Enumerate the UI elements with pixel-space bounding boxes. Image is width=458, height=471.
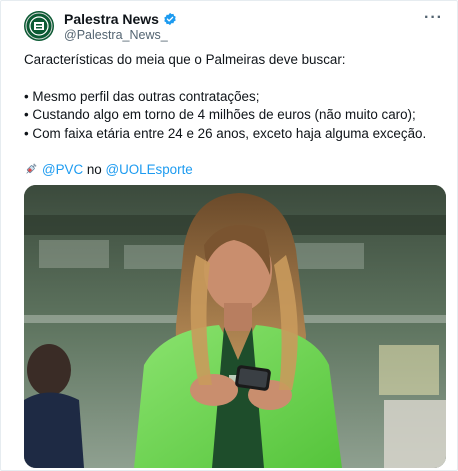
tweet-text: Características do meia que o Palmeiras … (24, 51, 444, 182)
tweet-photo[interactable] (24, 185, 446, 468)
source-connector: no (83, 162, 106, 177)
palmeiras-crest-icon[interactable] (24, 11, 54, 41)
bullet-2: • Custando algo em torno de 4 milhões de… (24, 107, 416, 122)
author-display-name[interactable]: Palestra News (64, 11, 159, 27)
bullet-3: • Com faixa etária entre 24 e 26 anos, e… (24, 125, 427, 141)
more-options-icon[interactable]: ··· (424, 9, 443, 27)
tweet-intro: Características do meia que o Palmeiras … (24, 52, 346, 67)
bullet-1: • Mesmo perfil das outras contratações; (24, 88, 260, 104)
source-line: @PVC no @UOLEsporte (24, 161, 444, 182)
mention-pvc[interactable]: @PVC (42, 162, 83, 177)
syringe-icon (24, 162, 38, 182)
author-row: Palestra News (64, 11, 177, 27)
mention-uolesporte[interactable]: @UOLEsporte (105, 162, 192, 177)
verified-badge-icon (163, 12, 177, 26)
tweet-card[interactable]: Palestra News @Palestra_News_ ··· Caract… (0, 0, 458, 471)
author-handle[interactable]: @Palestra_News_ (64, 28, 168, 42)
